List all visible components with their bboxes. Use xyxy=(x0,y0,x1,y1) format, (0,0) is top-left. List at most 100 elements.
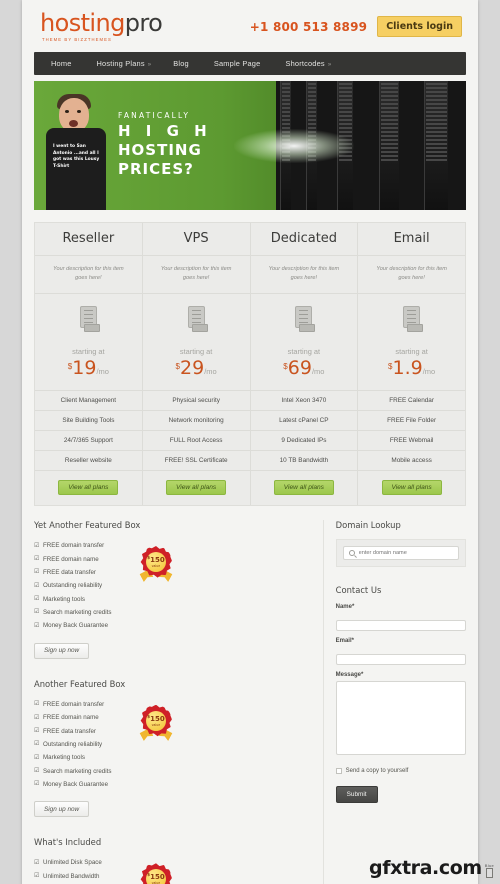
name-input[interactable] xyxy=(335,619,466,631)
nav-label: Blog xyxy=(173,59,189,68)
domain-lookup-title: Domain Lookup xyxy=(335,520,401,530)
nav-item-home[interactable]: Home xyxy=(40,59,86,68)
pricing-table: Reseller Your description for this item … xyxy=(34,222,466,506)
plan-starting-label: starting at xyxy=(287,347,321,356)
page-root: hostingpro Theme by BizzThemes +1 800 51… xyxy=(0,0,500,884)
badge-value: 150 xyxy=(150,555,165,564)
watermark-box-icon xyxy=(485,868,493,878)
server-icon xyxy=(79,306,100,332)
nav-item-sample-page[interactable]: Sample Page xyxy=(203,59,275,68)
nav-item-blog[interactable]: Blog xyxy=(162,59,203,68)
view-all-plans-button[interactable]: View all plans xyxy=(381,480,442,495)
domain-lookup-widget xyxy=(335,539,466,567)
featured-box-title: Yet Another Featured Box xyxy=(34,520,141,530)
main-navigation: Home Hosting Plans» Blog Sample Page Sho… xyxy=(34,52,466,75)
plan-description: Your description for this item goes here… xyxy=(142,256,250,294)
domain-search-input[interactable] xyxy=(358,550,453,556)
value-badge-icon: $150 value xyxy=(140,704,172,737)
server-icon xyxy=(187,306,208,332)
featured-box-title: Another Featured Box xyxy=(34,678,126,689)
view-all-plans-button[interactable]: View all plans xyxy=(166,480,227,495)
plan-feature: Mobile access xyxy=(358,451,465,471)
list-item: Outstanding reliability xyxy=(34,579,168,592)
sign-up-now-button[interactable]: Sign up now xyxy=(34,642,90,659)
plan-feature: Latest cPanel CP xyxy=(250,411,358,431)
plan-feature: 24/7/365 Support xyxy=(35,431,142,451)
view-all-plans-button[interactable]: View all plans xyxy=(58,480,119,495)
send-copy-row[interactable]: Send a copy to yourself xyxy=(335,768,466,774)
logo-part-hosting: hosting xyxy=(40,9,125,37)
person-mouth xyxy=(69,120,78,127)
email-field-group: Email* xyxy=(335,638,466,665)
plan-icon-wrap xyxy=(35,294,142,334)
logo-part-pro: pro xyxy=(124,9,163,37)
message-field-group: Message* xyxy=(335,672,466,760)
badge-amount: $150 xyxy=(147,714,165,723)
plan-icon-wrap xyxy=(251,294,358,334)
list-item: Search marketing credits xyxy=(34,606,168,619)
nav-label: Hosting Plans xyxy=(96,59,145,68)
price-amount: 29 xyxy=(180,357,205,379)
logo-wordmark: hostingpro xyxy=(40,9,163,37)
name-field-group: Name* xyxy=(335,604,466,631)
list-item: Outstanding reliability xyxy=(34,738,168,751)
send-copy-label: Send a copy to yourself xyxy=(345,768,409,774)
nav-label: Home xyxy=(51,59,72,68)
nav-item-hosting-plans[interactable]: Hosting Plans» xyxy=(86,59,163,68)
banner-light-glow xyxy=(233,128,354,163)
list-item: Marketing tools xyxy=(34,593,168,606)
plan-description: Your description for this item goes here… xyxy=(358,256,465,294)
pricing-column-vps: VPS Your description for this item goes … xyxy=(142,223,251,505)
pricing-column-reseller: Reseller Your description for this item … xyxy=(35,223,143,505)
header-actions: +1 800 513 8899 Clients login xyxy=(250,16,462,37)
price-amount: 19 xyxy=(72,357,97,379)
message-textarea[interactable] xyxy=(335,681,466,755)
plan-feature: FULL Root Access xyxy=(142,431,250,451)
price-period: /mo xyxy=(422,367,436,376)
badge-label: value xyxy=(151,563,161,568)
pricing-column-email: Email Your description for this item goe… xyxy=(358,223,465,505)
site-header: hostingpro Theme by BizzThemes +1 800 51… xyxy=(22,0,478,52)
email-label: Email* xyxy=(335,638,354,644)
sign-up-now-button[interactable]: Sign up now xyxy=(34,801,90,818)
plan-feature: FREE File Folder xyxy=(358,411,465,431)
plan-starting-label: starting at xyxy=(179,347,213,356)
person-tshirt: I went to San Antonio ...and all I got w… xyxy=(46,128,106,210)
site-logo[interactable]: hostingpro Theme by BizzThemes xyxy=(40,9,163,42)
plan-price: $1.9/mo xyxy=(358,357,465,379)
logo-tagline: Theme by BizzThemes xyxy=(42,37,112,42)
plan-button-wrap: View all plans xyxy=(358,471,465,495)
watermark-mark: Blue xyxy=(485,863,494,878)
hero-banner[interactable]: FANATICALLY H I G H HOSTING PRICES? I we… xyxy=(34,81,466,210)
plan-feature: Network monitoring xyxy=(142,411,250,431)
plan-button-wrap: View all plans xyxy=(143,471,250,495)
view-all-plans-button[interactable]: View all plans xyxy=(273,480,334,495)
nav-item-shortcodes[interactable]: Shortcodes» xyxy=(274,59,342,68)
chevron-right-icon: » xyxy=(147,62,152,68)
plan-feature: Client Management xyxy=(35,391,142,411)
send-copy-checkbox[interactable] xyxy=(335,768,342,774)
badge-center: $150 value xyxy=(146,552,166,572)
plan-feature: 10 TB Bandwidth xyxy=(250,451,358,471)
domain-search-field[interactable] xyxy=(342,546,459,560)
value-badge-icon: $150 value xyxy=(140,546,172,578)
main-content: Yet Another Featured Box FREE domain tra… xyxy=(34,520,466,884)
person-eye-left xyxy=(65,110,69,113)
submit-button[interactable]: Submit xyxy=(335,786,378,803)
clients-login-button[interactable]: Clients login xyxy=(377,16,462,37)
value-badge-icon: $150 value xyxy=(140,863,172,884)
featured-box-title: What's Included xyxy=(34,837,102,848)
featured-boxes-grid: Yet Another Featured Box FREE domain tra… xyxy=(34,520,321,884)
plan-starting-label: starting at xyxy=(72,347,105,356)
plan-price: $19/mo xyxy=(35,357,142,379)
badge-value: 150 xyxy=(150,714,165,723)
plan-title: VPS xyxy=(142,231,250,256)
plan-title: Reseller xyxy=(35,231,142,256)
watermark-text: gfxtra.com xyxy=(369,857,482,879)
badge-center: $150 value xyxy=(146,869,166,884)
plan-title: Email xyxy=(358,231,465,256)
email-input[interactable] xyxy=(335,653,466,665)
pricing-column-dedicated: Dedicated Your description for this item… xyxy=(250,223,359,505)
plan-feature: FREE Webmail xyxy=(358,431,465,451)
plan-icon-wrap xyxy=(143,294,250,334)
